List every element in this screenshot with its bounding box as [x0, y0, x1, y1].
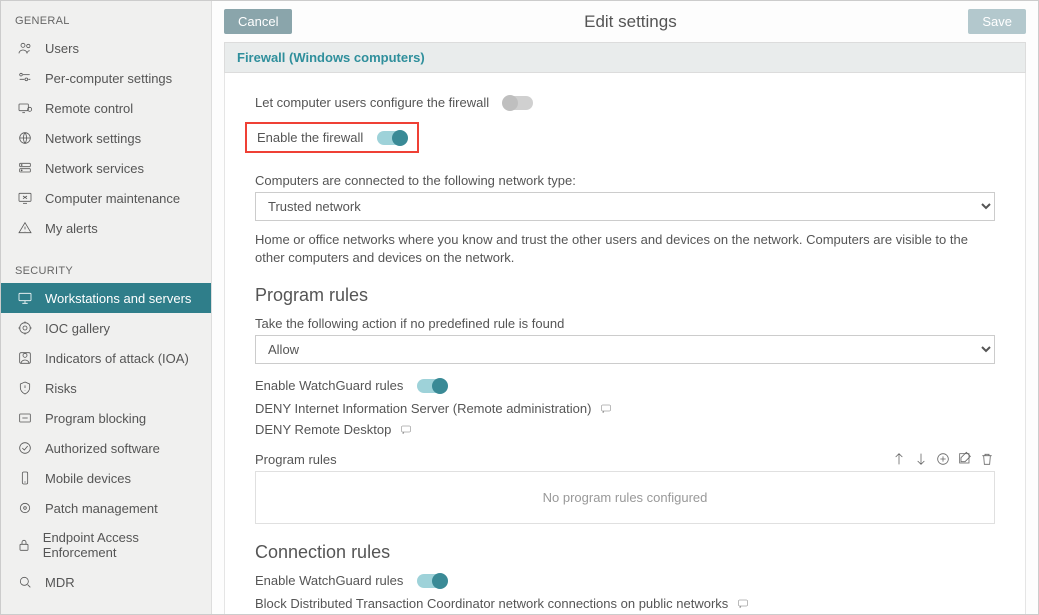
save-button[interactable]: Save [968, 9, 1026, 34]
sidebar-item-risks[interactable]: Risks [1, 373, 211, 403]
sidebar: GENERAL Users Per-computer settings Remo… [1, 1, 212, 614]
page-title: Edit settings [292, 12, 968, 32]
enable-wg2-label: Enable WatchGuard rules [255, 573, 403, 588]
sidebar-item-network-settings[interactable]: Network settings [1, 123, 211, 153]
mobile-icon [15, 470, 35, 486]
network-type-label: Computers are connected to the following… [255, 173, 995, 188]
sidebar-label: Users [45, 41, 79, 56]
enable-firewall-label: Enable the firewall [257, 130, 363, 145]
enable-firewall-highlight: Enable the firewall [245, 122, 419, 153]
enable-wg-toggle[interactable] [417, 379, 447, 393]
sidebar-item-maintenance[interactable]: Computer maintenance [1, 183, 211, 213]
sidebar-item-per-computer[interactable]: Per-computer settings [1, 63, 211, 93]
workstation-icon [15, 290, 35, 306]
default-action-select[interactable]: Allow [255, 335, 995, 364]
sidebar-item-mdr[interactable]: MDR [1, 567, 211, 597]
sidebar-item-endpoint-access[interactable]: Endpoint Access Enforcement [1, 523, 211, 567]
sidebar-item-ioa[interactable]: Indicators of attack (IOA) [1, 343, 211, 373]
check-circle-icon [15, 440, 35, 456]
sidebar-label: IOC gallery [45, 321, 110, 336]
sidebar-label: Network settings [45, 131, 141, 146]
sidebar-label: Risks [45, 381, 77, 396]
sidebar-label: Computer maintenance [45, 191, 180, 206]
sidebar-item-authorized[interactable]: Authorized software [1, 433, 211, 463]
sidebar-label: Network services [45, 161, 144, 176]
sidebar-item-ioc[interactable]: IOC gallery [1, 313, 211, 343]
sidebar-item-patch[interactable]: Patch management [1, 493, 211, 523]
edit-icon[interactable] [957, 451, 973, 467]
rule-block-dtc: Block Distributed Transaction Coordinato… [255, 596, 995, 611]
topbar: Cancel Edit settings Save [212, 1, 1038, 42]
rule-deny-iis: DENY Internet Information Server (Remote… [255, 401, 995, 416]
let-users-toggle[interactable] [503, 96, 533, 110]
lock-icon [15, 537, 33, 553]
sidebar-label: MDR [45, 575, 75, 590]
sidebar-item-users[interactable]: Users [1, 33, 211, 63]
target-icon [15, 320, 35, 336]
main: Cancel Edit settings Save Firewall (Wind… [212, 1, 1038, 614]
panel-firewall-header[interactable]: Firewall (Windows computers) [224, 42, 1026, 73]
alert-icon [15, 220, 35, 236]
delete-icon[interactable] [979, 451, 995, 467]
row-let-users: Let computer users configure the firewal… [255, 95, 995, 110]
sidebar-item-workstations[interactable]: Workstations and servers [1, 283, 211, 313]
sidebar-label: Indicators of attack (IOA) [45, 351, 189, 366]
row-enable-wg: Enable WatchGuard rules [255, 378, 995, 393]
patch-icon [15, 500, 35, 516]
sidebar-item-my-alerts[interactable]: My alerts [1, 213, 211, 243]
sidebar-item-network-services[interactable]: Network services [1, 153, 211, 183]
rule-text: DENY Internet Information Server (Remote… [255, 401, 591, 416]
connection-rules-title: Connection rules [255, 542, 995, 563]
remote-icon [15, 100, 35, 116]
sidebar-item-mobile[interactable]: Mobile devices [1, 463, 211, 493]
move-down-icon[interactable] [913, 451, 929, 467]
default-action-label: Take the following action if no predefin… [255, 316, 995, 331]
enable-wg2-toggle[interactable] [417, 574, 447, 588]
rule-text: DENY Remote Desktop [255, 422, 391, 437]
sidebar-label: Patch management [45, 501, 158, 516]
sidebar-label: Per-computer settings [45, 71, 172, 86]
network-type-select[interactable]: Trusted network [255, 192, 995, 221]
shield-alert-icon [15, 380, 35, 396]
settings-icon [15, 70, 35, 86]
content: Firewall (Windows computers) Let compute… [212, 42, 1038, 614]
cancel-button[interactable]: Cancel [224, 9, 292, 34]
rule-text: Block Distributed Transaction Coordinato… [255, 596, 728, 611]
person-shield-icon [15, 350, 35, 366]
panel-firewall-body: Let computer users configure the firewal… [224, 73, 1026, 614]
program-rules-label: Program rules [255, 452, 337, 467]
sidebar-label: Program blocking [45, 411, 146, 426]
program-rules-title: Program rules [255, 285, 995, 306]
server-icon [15, 160, 35, 176]
sidebar-item-remote-control[interactable]: Remote control [1, 93, 211, 123]
sidebar-section-general: GENERAL [1, 7, 211, 33]
enable-firewall-toggle[interactable] [377, 131, 407, 145]
monitor-x-icon [15, 190, 35, 206]
sidebar-label: Remote control [45, 101, 133, 116]
sidebar-label: My alerts [45, 221, 98, 236]
comment-icon[interactable] [599, 403, 613, 415]
program-rules-toolbar: Program rules [255, 451, 995, 467]
row-enable-wg2: Enable WatchGuard rules [255, 573, 995, 588]
comment-icon[interactable] [736, 598, 750, 610]
search-shield-icon [15, 574, 35, 590]
comment-icon[interactable] [399, 424, 413, 436]
sidebar-section-security: SECURITY [1, 257, 211, 283]
enable-wg-label: Enable WatchGuard rules [255, 378, 403, 393]
sidebar-label: Authorized software [45, 441, 160, 456]
network-help-text: Home or office networks where you know a… [255, 231, 995, 267]
sidebar-label: Workstations and servers [45, 291, 191, 306]
program-rules-empty: No program rules configured [255, 471, 995, 524]
rule-deny-rd: DENY Remote Desktop [255, 422, 995, 437]
move-up-icon[interactable] [891, 451, 907, 467]
block-icon [15, 410, 35, 426]
sidebar-item-program-blocking[interactable]: Program blocking [1, 403, 211, 433]
globe-icon [15, 130, 35, 146]
sidebar-label: Mobile devices [45, 471, 131, 486]
add-icon[interactable] [935, 451, 951, 467]
let-users-label: Let computer users configure the firewal… [255, 95, 489, 110]
sidebar-label: Endpoint Access Enforcement [43, 530, 197, 560]
users-icon [15, 40, 35, 56]
